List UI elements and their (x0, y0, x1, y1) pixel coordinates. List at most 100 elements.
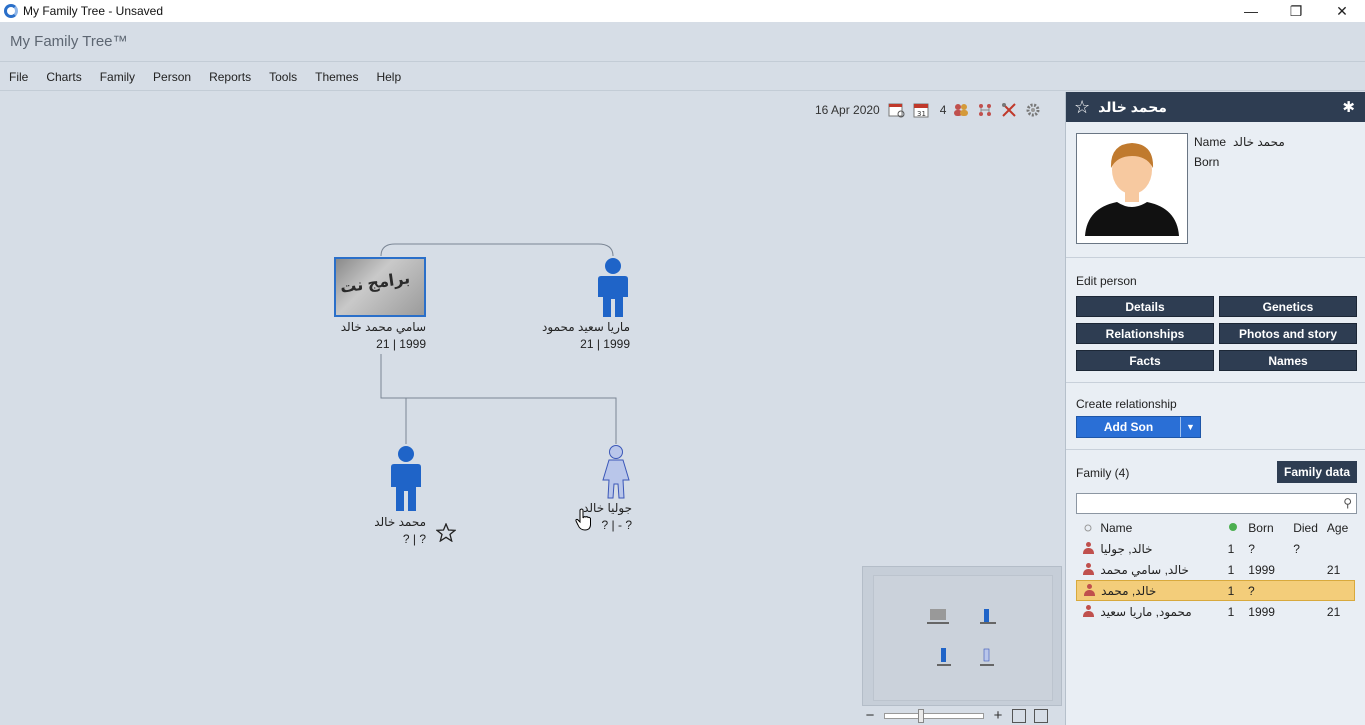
row-generation: 1 (1227, 583, 1235, 598)
zoom-bar: − + (862, 706, 1062, 725)
table-row-selected[interactable]: خالد, محمد 1 ? (1076, 580, 1355, 601)
minimap[interactable] (862, 566, 1062, 706)
row-died: ? (1293, 541, 1300, 556)
row-born: 1999 (1248, 604, 1275, 619)
section-divider (1066, 257, 1365, 258)
facts-button[interactable]: Facts (1076, 350, 1214, 371)
names-button[interactable]: Names (1219, 350, 1357, 371)
zoom-slider[interactable] (884, 708, 984, 723)
menu-charts[interactable]: Charts (46, 70, 81, 84)
sort-indicator-icon[interactable] (1076, 524, 1100, 532)
expand-view-icon[interactable] (1034, 708, 1048, 723)
window-title: My Family Tree - Unsaved (23, 4, 164, 18)
menu-help[interactable]: Help (376, 70, 401, 84)
app-header: My Family Tree™ (0, 22, 1365, 62)
app-brand: My Family Tree™ (10, 33, 128, 50)
avatar-silhouette-icon (1077, 134, 1187, 243)
male-person-icon[interactable] (389, 445, 423, 513)
row-born: ? (1248, 583, 1255, 598)
restore-button[interactable]: ❐ (1273, 0, 1319, 22)
male-person-icon (1076, 605, 1100, 618)
person-panel: ☆ محمد خالد ✱ Name محمد خالد Born Edit p… (1065, 92, 1365, 725)
row-generation: 1 (1227, 541, 1235, 556)
row-generation: 1 (1227, 562, 1235, 577)
app-logo-icon (4, 4, 18, 18)
person-card-maria[interactable]: ماريا سعيد محمود 21 | 1999 (500, 320, 630, 351)
favorite-star-icon[interactable] (436, 523, 456, 542)
column-name[interactable]: Name (1100, 521, 1227, 535)
person-name: محمد خالد (374, 515, 426, 529)
row-age: 21 (1326, 604, 1341, 619)
panel-header: ☆ محمد خالد ✱ (1066, 92, 1365, 122)
table-row[interactable]: خالد, سامي محمد 1 1999 21 (1076, 559, 1355, 580)
row-name: محمود, ماريا سعيد (1100, 604, 1192, 619)
table-row[interactable]: خالد, جوليا 1 ? ? (1076, 538, 1355, 559)
star-outline-icon[interactable]: ☆ (1074, 97, 1090, 118)
details-button[interactable]: Details (1076, 296, 1214, 317)
row-name: خالد, محمد (1101, 583, 1157, 598)
close-button[interactable]: ✕ (1319, 0, 1365, 22)
family-table: Name Born Died Age خالد, جوليا 1 ? ? خال… (1076, 517, 1355, 622)
female-person-icon[interactable] (598, 444, 634, 500)
row-born: ? (1248, 541, 1255, 556)
zoom-slider-thumb[interactable] (918, 708, 924, 723)
menu-family[interactable]: Family (100, 70, 135, 84)
menu-reports[interactable]: Reports (209, 70, 251, 84)
row-generation: 1 (1227, 604, 1235, 619)
table-row[interactable]: محمود, ماريا سعيد 1 1999 21 (1076, 601, 1355, 622)
zoom-out-icon[interactable]: − (862, 707, 878, 724)
photo-watermark: برامج نت (339, 270, 412, 297)
add-son-label: Add Son (1103, 420, 1154, 434)
panel-gear-icon[interactable]: ✱ (1342, 98, 1355, 116)
minimap-viewport[interactable] (873, 575, 1053, 701)
column-born[interactable]: Born (1248, 521, 1293, 535)
female-person-icon (1076, 542, 1100, 555)
column-died[interactable]: Died (1293, 521, 1327, 535)
row-born: 1999 (1248, 562, 1275, 577)
row-age: 21 (1326, 562, 1341, 577)
menu-tools[interactable]: Tools (269, 70, 297, 84)
row-name: خالد, سامي محمد (1100, 562, 1189, 577)
photos-and-story-button[interactable]: Photos and story (1219, 323, 1357, 344)
family-title: Family (4) (1076, 466, 1130, 480)
zoom-in-icon[interactable]: + (990, 707, 1006, 724)
window-titlebar: My Family Tree - Unsaved — ❐ ✕ (0, 0, 1365, 22)
person-years: ? | ? (402, 532, 426, 546)
chevron-down-icon[interactable]: ▼ (1180, 417, 1200, 437)
minimap-preview (927, 609, 996, 666)
menu-themes[interactable]: Themes (315, 70, 358, 84)
column-age[interactable]: Age (1327, 521, 1355, 535)
person-photo[interactable]: برامج نت (334, 257, 426, 317)
person-card-mohammed[interactable]: محمد خالد ? | ? (340, 515, 426, 546)
born-label: Born (1194, 155, 1220, 169)
edit-person-title: Edit person (1076, 274, 1137, 288)
add-son-button[interactable]: Add Son ▼ (1076, 416, 1201, 438)
genetics-button[interactable]: Genetics (1219, 296, 1357, 317)
family-search-input[interactable]: ⚲ (1076, 493, 1357, 514)
minimize-button[interactable]: — (1228, 0, 1274, 22)
table-header: Name Born Died Age (1076, 517, 1355, 538)
name-label: Name (1194, 135, 1227, 149)
person-name: ماريا سعيد محمود (542, 320, 630, 334)
row-name: خالد, جوليا (1100, 541, 1153, 556)
male-person-icon[interactable] (596, 257, 630, 319)
fit-to-screen-icon[interactable] (1012, 708, 1026, 723)
search-icon: ⚲ (1343, 496, 1352, 510)
section-divider (1066, 382, 1365, 383)
person-avatar[interactable] (1076, 133, 1188, 244)
relationships-button[interactable]: Relationships (1076, 323, 1214, 344)
tree-canvas[interactable]: 16 Apr 2020 31 4 برامج نت سامي محمد خالد… (0, 92, 1065, 725)
person-years: 21 | 1999 (580, 337, 630, 351)
male-person-icon (1077, 584, 1101, 597)
family-data-button[interactable]: Family data (1277, 461, 1357, 483)
person-card-sami[interactable]: سامي محمد خالد 21 | 1999 (300, 320, 426, 351)
name-value: محمد خالد (1233, 135, 1285, 149)
menu-person[interactable]: Person (153, 70, 191, 84)
generation-dot-icon (1228, 521, 1249, 535)
menu-bar: File Charts Family Person Reports Tools … (0, 63, 1365, 91)
person-name: سامي محمد خالد (340, 320, 426, 334)
person-years: 21 | 1999 (376, 337, 426, 351)
male-person-icon (1076, 563, 1100, 576)
panel-person-name: محمد خالد (1098, 98, 1167, 115)
menu-file[interactable]: File (9, 70, 28, 84)
